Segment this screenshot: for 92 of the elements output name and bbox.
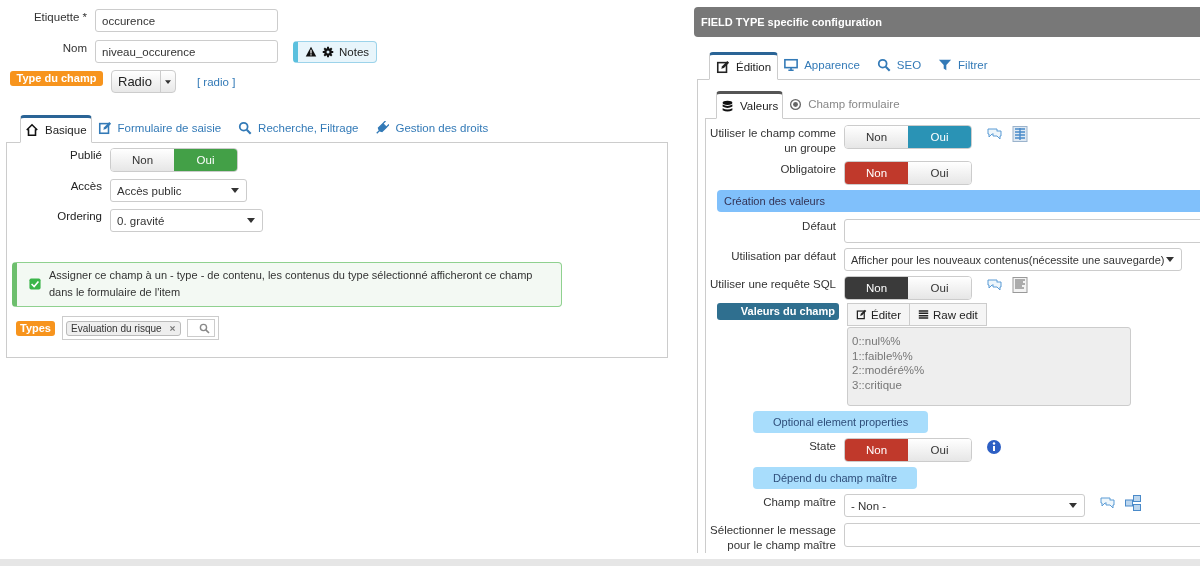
field-label: Publié [69,148,103,161]
section-pill: Optional element properties [753,411,929,433]
edit-mode-button[interactable]: Éditer [847,303,911,326]
tab[interactable]: Édition [709,52,779,80]
hierarchy-icon[interactable] [1125,495,1141,511]
field-label: State [808,439,837,454]
select-value: - Non - [851,499,887,512]
filter-icon [938,58,953,72]
edit-icon [97,121,112,135]
tag-label: Evaluation du risque [71,322,162,334]
select-field[interactable]: 0. gravité [110,209,263,232]
edit-icon [856,309,867,320]
radio-icon [789,97,803,111]
home-icon [25,123,39,137]
select-field[interactable]: Accès public [110,179,247,202]
tag-field[interactable]: Evaluation du risque [62,316,219,340]
toggle-option[interactable]: Oui [908,439,971,461]
field-label: Champ maître [762,495,837,510]
select-field[interactable]: - Non - [844,494,1085,517]
field-type-code: [ radio ] [196,75,236,88]
checkbox[interactable] [29,278,41,290]
select-value: 0. gravité [117,214,165,227]
caret-icon [1069,503,1077,508]
values-textarea[interactable]: 0::nul%% 1::faible%% 2::modéré%% 3::critique [847,327,1131,406]
list-icon [918,309,930,320]
warning-icon [305,45,317,58]
toggle-option[interactable]: Oui [908,277,971,299]
field-label: Sélectionner le message pour le champ maître [709,523,837,553]
field-label: Etiquette * [32,10,88,23]
notes-button[interactable]: Notes [293,40,378,63]
chat-icon[interactable] [986,277,1002,293]
edit-icon [716,60,730,74]
types-badge: Types [16,320,55,336]
toggle-option[interactable]: Non [845,162,908,184]
search-icon [238,121,253,135]
field-label: Accès [69,179,103,192]
search-icon [199,322,210,334]
tab[interactable]: Basique [20,115,92,143]
field-label: Obligatoire [779,162,837,177]
toggle-option[interactable]: Oui [908,162,971,184]
layout-icon[interactable] [1012,126,1028,142]
database-icon [721,99,734,113]
tab[interactable]: Champ formulaire [783,90,911,118]
monitor-icon [784,58,799,72]
tab[interactable]: Filtrer [932,51,999,79]
field-label: Utiliser une requête SQL [709,277,837,292]
search-icon [876,58,891,72]
text-field[interactable] [844,219,1200,243]
text-field[interactable] [844,523,1200,547]
select-field[interactable]: Afficher pour les nouveaux contenus(nécessite une sauvegarde) [844,248,1182,271]
chat-icon[interactable] [1099,495,1115,511]
plug-icon [375,121,390,135]
field-label: Nom [61,41,88,54]
section-pill: Dépend du champ maître [753,467,918,489]
field-type-select[interactable]: Radio [111,70,176,93]
tab[interactable]: Apparence [778,51,871,79]
section-header: Création des valeurs [717,190,1200,212]
caret-icon [247,218,255,223]
text-field[interactable]: niveau_occurence [95,40,278,63]
toggle-option[interactable]: Non [845,277,908,299]
select-value: Radio [117,73,153,91]
tab[interactable]: Recherche, Filtrage [232,114,370,142]
toggle-option[interactable]: Non [845,126,908,148]
edit-mode-button[interactable]: Raw edit [910,303,987,326]
field-label: Utilisation par défaut [730,249,837,264]
field-type-badge: Type du champ [10,71,103,86]
field-label: Utiliser le champ comme un groupe [709,126,837,156]
remove-icon[interactable] [168,324,176,332]
values-badge: Valeurs du champ [717,303,839,320]
select-value: Accès public [117,184,182,197]
caret-icon [1166,257,1174,262]
info-icon[interactable] [986,439,1002,455]
gear-icon [322,45,334,58]
tab[interactable]: SEO [870,51,933,79]
toggle-option[interactable]: Oui [908,126,971,148]
tab[interactable]: Gestion des droits [369,114,500,142]
tab[interactable]: Formulaire de saisie [91,114,233,142]
field-label: Ordering [56,209,103,222]
chat-icon[interactable] [986,126,1002,142]
horizontal-scrollbar[interactable] [0,559,1200,566]
caret-icon [164,79,171,84]
document-icon[interactable] [1012,277,1028,293]
toggle-option[interactable]: Non [111,149,174,171]
search-box[interactable] [186,319,215,337]
toggle-option[interactable]: Non [845,439,908,461]
tab[interactable]: Valeurs [716,91,784,119]
select-value: Afficher pour les nouveaux contenus(nécessite une sauvegarde) [851,253,1165,266]
alert-text: Assigner ce champ à un - type - de contenu, les contenus du type sélectionné afficheront ce champ dans le formulaire de l'item [49,268,534,300]
panel-header: FIELD TYPE specific configuration [694,7,1200,37]
text-field[interactable]: occurence [95,9,278,32]
field-label: Défaut [801,219,837,234]
caret-icon [231,188,239,193]
